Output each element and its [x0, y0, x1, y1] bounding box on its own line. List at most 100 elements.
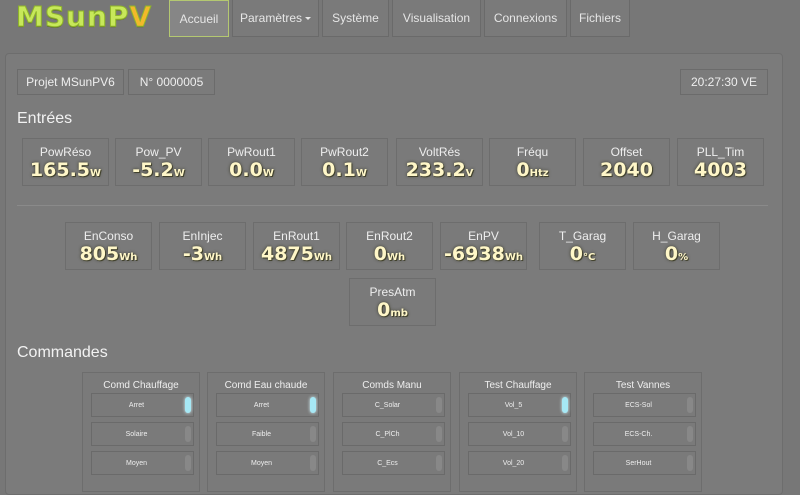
- toggle-indicator[interactable]: [185, 426, 191, 442]
- command-option[interactable]: C_Ecs: [342, 451, 445, 475]
- gauge-enpv: EnPV -6938Wh: [440, 222, 527, 270]
- gauge-enrout1: EnRout1 4875Wh: [253, 222, 340, 270]
- gauge-value: -3Wh: [160, 243, 245, 265]
- gauge-label: EnRout2: [366, 229, 413, 243]
- nav-connexions[interactable]: Connexions: [484, 0, 567, 37]
- gauge-label: EnPV: [468, 229, 499, 243]
- toggle-indicator[interactable]: [185, 455, 191, 471]
- app-logo[interactable]: MSunPV: [15, 0, 152, 33]
- gauge-offset: Offset 2040: [583, 138, 670, 186]
- command-option[interactable]: Faible: [216, 422, 319, 446]
- toggle-indicator[interactable]: [562, 397, 568, 413]
- gauge-unit: Wh: [119, 252, 138, 263]
- toggle-indicator[interactable]: [436, 397, 442, 413]
- command-option-label: C_Solar: [374, 401, 401, 409]
- command-option[interactable]: C_Solar: [342, 393, 445, 417]
- gauge-frequ: Fréqu 0Htz: [489, 138, 576, 186]
- command-group-title: Test Chauffage: [484, 380, 552, 391]
- gauge-enrout2: EnRout2 0Wh: [346, 222, 433, 270]
- command-option[interactable]: SerHout: [593, 451, 696, 475]
- toggle-indicator[interactable]: [310, 455, 316, 471]
- nav-parametres[interactable]: Paramètres: [232, 0, 319, 37]
- gauge-value: 0°C: [540, 243, 625, 265]
- caret-down-icon: [305, 16, 312, 20]
- gauge-label: EnRout1: [273, 229, 320, 243]
- command-option[interactable]: Arret: [216, 393, 319, 417]
- logo-text: MSunP: [15, 0, 130, 33]
- toggle-indicator[interactable]: [562, 426, 568, 442]
- gauge-unit: mb: [390, 308, 408, 319]
- navbar: MSunPV Accueil Paramètres Système Visual…: [0, 0, 800, 38]
- clock-text: 20:27:30 VE: [690, 75, 758, 89]
- command-option[interactable]: Moyen: [216, 451, 319, 475]
- command-option[interactable]: C_PlCh: [342, 422, 445, 446]
- gauge-eninjec: EnInjec -3Wh: [159, 222, 246, 270]
- command-option[interactable]: Vol_10: [468, 422, 571, 446]
- gauge-unit: Wh: [504, 252, 523, 263]
- gauge-unit: W: [90, 168, 102, 179]
- toggle-indicator[interactable]: [310, 397, 316, 413]
- gauge-powreso: PowRéso 165.5W: [22, 138, 109, 186]
- command-option[interactable]: Solaire: [91, 422, 194, 446]
- command-option[interactable]: ECS-Sol: [593, 393, 696, 417]
- serial-number-text: N° 0000005: [139, 75, 204, 89]
- toggle-indicator[interactable]: [185, 397, 191, 413]
- serial-number: N° 0000005: [128, 69, 215, 95]
- gauge-value: 0.0W: [209, 159, 294, 181]
- gauge-h-garag: H_Garag 0%: [633, 222, 720, 270]
- command-option[interactable]: ECS-Ch.: [593, 422, 696, 446]
- gauge-label: PLL_Tim: [696, 145, 745, 159]
- project-name-text: Projet MSunPV6: [26, 75, 115, 89]
- nav-label: Connexions: [493, 11, 558, 25]
- command-option-label: ECS-Ch.: [624, 430, 653, 438]
- gauge-pwrout2: PwRout2 0.1W: [301, 138, 388, 186]
- gauge-number: 0: [377, 299, 391, 321]
- gauge-unit: °C: [582, 252, 596, 263]
- toggle-indicator[interactable]: [687, 455, 693, 471]
- gauge-unit: V: [465, 168, 474, 179]
- gauge-label: PowRéso: [39, 145, 92, 159]
- toggle-indicator[interactable]: [687, 397, 693, 413]
- gauge-value: 0Htz: [490, 159, 575, 181]
- toggle-indicator[interactable]: [310, 426, 316, 442]
- command-group-manu: Comds Manu C_Solar C_PlCh C_Ecs: [333, 372, 451, 492]
- nav-accueil[interactable]: Accueil: [169, 0, 229, 37]
- command-option-label: ECS-Sol: [625, 401, 652, 409]
- gauge-label: PresAtm: [369, 285, 416, 299]
- command-option-label: Faible: [251, 430, 272, 438]
- command-option-label: Vol_20: [502, 459, 525, 467]
- gauge-value: 0mb: [350, 299, 435, 321]
- gauge-number: 233.2: [405, 159, 466, 181]
- command-option[interactable]: Vol_5: [468, 393, 571, 417]
- toggle-indicator[interactable]: [687, 426, 693, 442]
- command-option[interactable]: Arret: [91, 393, 194, 417]
- command-group-title: Comds Manu: [362, 380, 422, 391]
- gauge-number: 0: [569, 243, 583, 265]
- command-group-test-chauffage: Test Chauffage Vol_5 Vol_10 Vol_20: [459, 372, 577, 492]
- command-group-test-vannes: Test Vannes ECS-Sol ECS-Ch. SerHout: [584, 372, 702, 492]
- command-option-label: SerHout: [625, 459, 652, 467]
- section-title-commands: Commandes: [17, 344, 108, 361]
- command-option[interactable]: Vol_20: [468, 451, 571, 475]
- nav-label: Système: [332, 11, 379, 25]
- command-option-label: Arret: [253, 401, 270, 409]
- nav-visualisation[interactable]: Visualisation: [392, 0, 481, 37]
- toggle-indicator[interactable]: [562, 455, 568, 471]
- command-option[interactable]: Moyen: [91, 451, 194, 475]
- command-option-label: Vol_5: [504, 401, 523, 409]
- command-option-label: Moyen: [250, 459, 272, 467]
- gauge-number: 0: [516, 159, 530, 181]
- toggle-indicator[interactable]: [436, 455, 442, 471]
- gauge-number: 4003: [694, 159, 747, 181]
- gauge-label: PwRout2: [320, 145, 369, 159]
- gauge-unit: Wh: [313, 252, 333, 263]
- command-group-eau-chaude: Comd Eau chaude Arret Faible Moyen: [207, 372, 325, 492]
- toggle-indicator[interactable]: [436, 426, 442, 442]
- nav-fichiers[interactable]: Fichiers: [570, 0, 630, 37]
- command-group-chauffage: Comd Chauffage Arret Solaire Moyen: [82, 372, 200, 492]
- gauge-value: 0Wh: [347, 243, 432, 265]
- gauge-label: EnConso: [83, 229, 134, 243]
- gauge-value: 165.5W: [23, 159, 108, 181]
- nav-systeme[interactable]: Système: [322, 0, 389, 37]
- command-option-label: Solaire: [125, 430, 148, 438]
